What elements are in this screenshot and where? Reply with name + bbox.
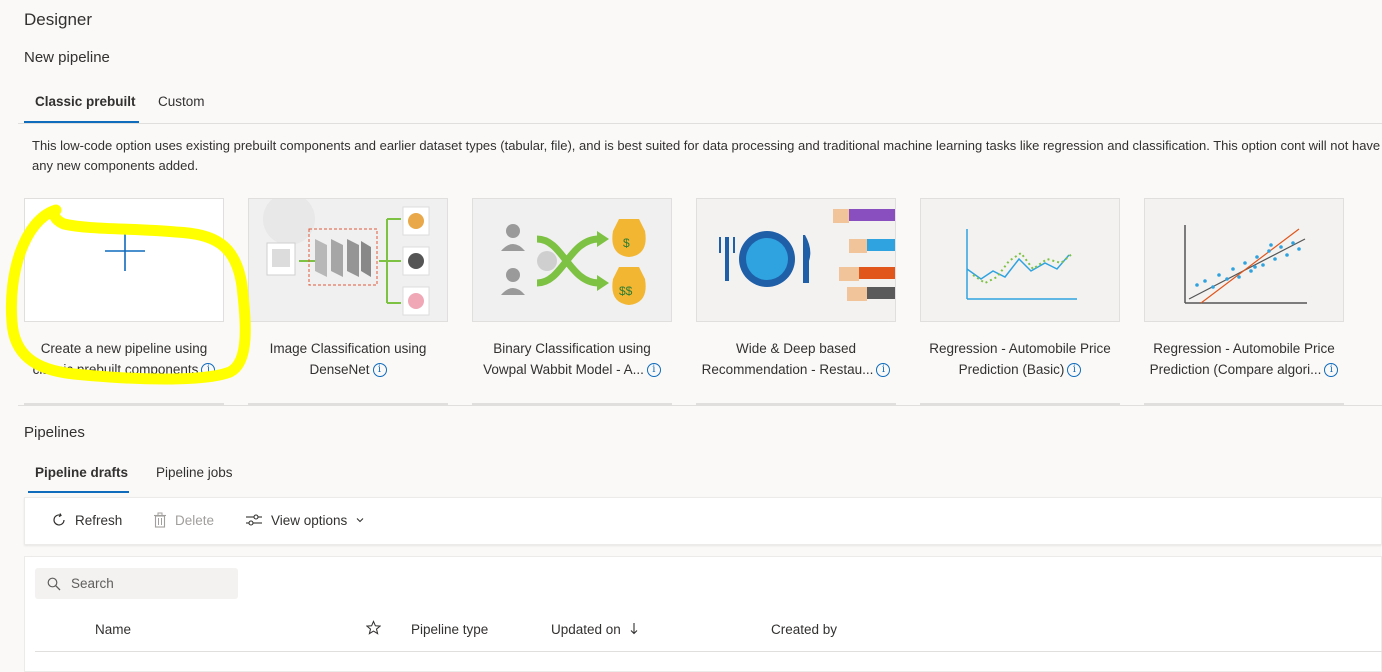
section-divider [18,405,1382,406]
sort-descending-icon [630,623,637,635]
image-classification-label[interactable]: Image Classification using DenseNet i [238,338,458,380]
search-input[interactable] [71,576,221,591]
recommendation-card[interactable] [696,198,896,322]
column-header-pipeline-type[interactable]: Pipeline type [411,622,488,637]
card-label-line2: Vowpal Wabbit Model - A... [483,362,644,377]
annotation-highlight [5,204,251,385]
card-label-line2: Recommendation - Restau... [701,362,874,377]
card-label-line2: Prediction (Compare algori... [1149,362,1322,377]
designer-page: Designer New pipeline Classic prebuilt C… [0,0,1382,672]
tab-custom[interactable]: Custom [158,94,205,109]
line-chart-illustration [921,199,1119,321]
card-label-line1: Wide & Deep based [735,341,857,356]
delete-label: Delete [175,512,215,528]
tab-active-indicator [28,491,129,493]
column-header-name[interactable]: Name [95,622,131,637]
card-label-line2: Prediction (Basic) [958,362,1065,377]
info-icon[interactable]: i [876,363,891,378]
header-row-divider [35,651,1382,652]
view-options-label: View options [271,512,348,528]
info-icon[interactable]: i [1324,363,1339,378]
search-box[interactable] [35,568,238,599]
regression-basic-card[interactable] [920,198,1120,322]
delete-button[interactable]: Delete [153,512,214,528]
classic-prebuilt-description: This low-code option uses existing prebu… [32,138,1381,173]
recommendation-illustration [697,199,895,321]
recommendation-label[interactable]: Wide & Deep based Recommendation - Resta… [686,338,906,380]
binary-classification-label[interactable]: Binary Classification using Vowpal Wabbi… [462,338,682,380]
regression-basic-label[interactable]: Regression - Automobile Price Prediction… [910,338,1130,380]
refresh-button[interactable]: Refresh [51,512,122,528]
view-options-button[interactable]: View options [245,512,365,528]
card-label-line2: DenseNet [309,362,370,377]
tab-classic-prebuilt[interactable]: Classic prebuilt [35,94,136,109]
pipelines-title: Pipelines [24,424,85,441]
info-icon[interactable]: i [372,363,387,378]
tab-pipeline-drafts[interactable]: Pipeline drafts [35,465,128,480]
updated-on-label: Updated on [551,622,621,637]
new-pipeline-title: New pipeline [24,49,110,66]
image-classification-illustration [249,199,447,321]
card-label-line1: Regression - Automobile Price [929,341,1111,356]
star-icon [365,620,382,635]
image-classification-card[interactable] [248,198,448,322]
search-icon [47,577,61,590]
view-options-icon [246,514,262,526]
binary-classification-illustration: $ $$ [473,199,671,321]
tab-pipeline-jobs[interactable]: Pipeline jobs [156,465,233,480]
column-header-updated-on[interactable]: Updated on [551,622,639,637]
regression-compare-card[interactable] [1144,198,1344,322]
info-icon[interactable]: i [1067,363,1082,378]
info-icon[interactable]: i [646,363,661,378]
pipelines-toolbar: Refresh Delete View options [24,497,1382,545]
svg-text:$: $ [623,236,630,250]
binary-classification-card[interactable]: $ $$ [472,198,672,322]
column-header-created-by[interactable]: Created by [771,622,837,637]
card-label-line1: Image Classification using [269,341,427,356]
regression-compare-label[interactable]: Regression - Automobile Price Prediction… [1134,338,1354,380]
card-label-line1: Binary Classification using [493,341,651,356]
pipelines-list: Name Pipeline type Updated on Created by [24,556,1382,672]
page-title: Designer [24,10,93,29]
card-label-line1: Regression - Automobile Price [1153,341,1335,356]
refresh-icon [53,513,65,526]
refresh-label: Refresh [75,512,123,528]
chevron-down-icon [356,518,364,523]
scatter-chart-illustration [1145,199,1343,321]
column-header-favorite[interactable] [365,620,382,638]
delete-icon [154,512,166,528]
tabs-divider [18,123,1382,124]
svg-text:$$: $$ [619,284,633,298]
